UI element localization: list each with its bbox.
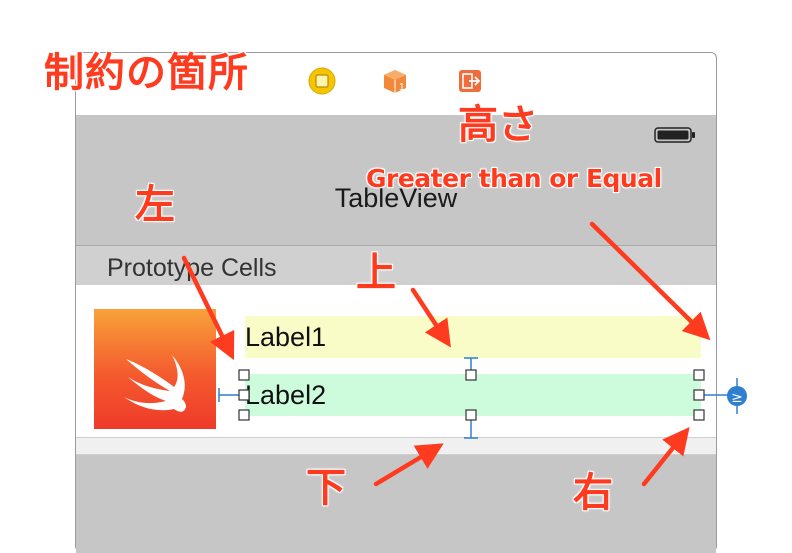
cube-badge: 1 [399,82,405,93]
swift-logo-icon [124,355,186,412]
annotation-height: 高さ [458,102,538,148]
greater-equal-icon: ≥ [731,390,743,406]
table-view-cell[interactable]: Label1 Label2 [76,285,716,437]
view-controller-scene[interactable]: 1 TableView Prototype Cells Label1 Label… [75,52,717,553]
annotation-top: 上 [356,250,396,296]
label1[interactable]: Label1 [245,316,701,358]
annotation-left: 左 [135,182,175,228]
first-responder-cube-icon[interactable]: 1 [381,67,409,95]
relation-badge[interactable]: ≥ [727,386,747,406]
exit-icon[interactable] [456,67,484,95]
storyboard-canvas: 1 TableView Prototype Cells Label1 Label… [0,0,792,553]
label2[interactable]: Label2 [245,374,701,416]
annotation-right: 右 [573,470,613,516]
battery-icon [654,127,695,143]
section-title: Prototype Cells [107,254,277,282]
annotation-title: 制約の箇所 [44,50,249,96]
swift-logo-image[interactable] [94,309,216,429]
annotation-bottom: 下 [306,465,346,511]
prototype-cells-header: Prototype Cells [76,246,716,285]
view-controller-icon[interactable] [308,67,336,95]
cell-separator [76,437,716,455]
annotation-greater-or-equal: Greater than or Equal [366,164,662,193]
